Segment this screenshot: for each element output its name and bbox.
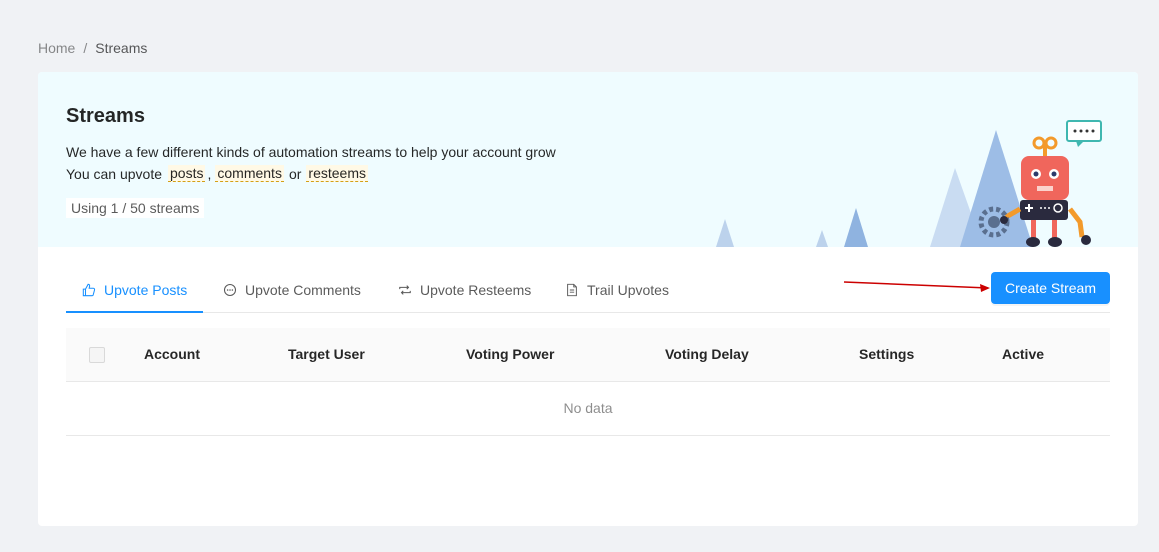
tab-trail-upvotes[interactable]: Trail Upvotes	[565, 270, 669, 310]
tab-label: Trail Upvotes	[587, 282, 669, 298]
resteems-tag: resteems	[306, 165, 368, 182]
hero-description: We have a few different kinds of automat…	[66, 144, 556, 160]
column-voting-power[interactable]: Voting Power	[466, 328, 554, 381]
breadcrumb-home[interactable]: Home	[38, 40, 75, 56]
breadcrumb-current: Streams	[95, 40, 148, 56]
hero-banner: Streams We have a few different kinds of…	[38, 72, 1138, 247]
column-active[interactable]: Active	[1002, 328, 1044, 381]
thumbs-up-icon	[82, 283, 96, 297]
hero-line2-prefix: You can upvote	[66, 165, 163, 182]
stream-usage-badge: Using 1 / 50 streams	[66, 198, 205, 218]
column-account[interactable]: Account	[144, 328, 200, 381]
breadcrumb-separator: /	[83, 40, 88, 56]
or-text: or	[288, 165, 302, 182]
file-text-icon	[567, 283, 577, 297]
breadcrumb: Home / Streams	[38, 40, 147, 56]
streams-table: Account Target User Voting Power Voting …	[66, 328, 1110, 436]
robot-illustration	[716, 120, 1102, 247]
active-tab-indicator	[66, 311, 203, 313]
tab-label: Upvote Resteems	[420, 282, 532, 298]
select-all-checkbox[interactable]	[89, 347, 105, 363]
tab-label: Upvote Posts	[104, 282, 188, 298]
create-stream-button[interactable]: Create Stream	[991, 272, 1110, 304]
tab-label: Upvote Comments	[245, 282, 361, 298]
page-title: Streams	[66, 105, 145, 127]
column-target-user[interactable]: Target User	[288, 328, 365, 381]
hero-upvote-kinds: You can upvote posts , comments or reste…	[66, 165, 370, 182]
red-arrow-annotation	[843, 281, 990, 292]
message-icon	[223, 283, 237, 297]
tab-upvote-resteems[interactable]: Upvote Resteems	[398, 270, 531, 310]
posts-tag: posts	[168, 165, 206, 182]
column-settings[interactable]: Settings	[859, 328, 914, 381]
column-voting-delay[interactable]: Voting Delay	[665, 328, 749, 381]
comments-tag: comments	[215, 165, 284, 182]
retweet-icon	[399, 285, 411, 295]
table-header: Account Target User Voting Power Voting …	[66, 328, 1110, 382]
tab-upvote-posts[interactable]: Upvote Posts	[82, 270, 187, 310]
tab-upvote-comments[interactable]: Upvote Comments	[223, 270, 361, 310]
table-empty-state: No data	[66, 382, 1110, 436]
comma-text: ,	[207, 165, 212, 182]
streams-card: Streams We have a few different kinds of…	[38, 72, 1138, 526]
